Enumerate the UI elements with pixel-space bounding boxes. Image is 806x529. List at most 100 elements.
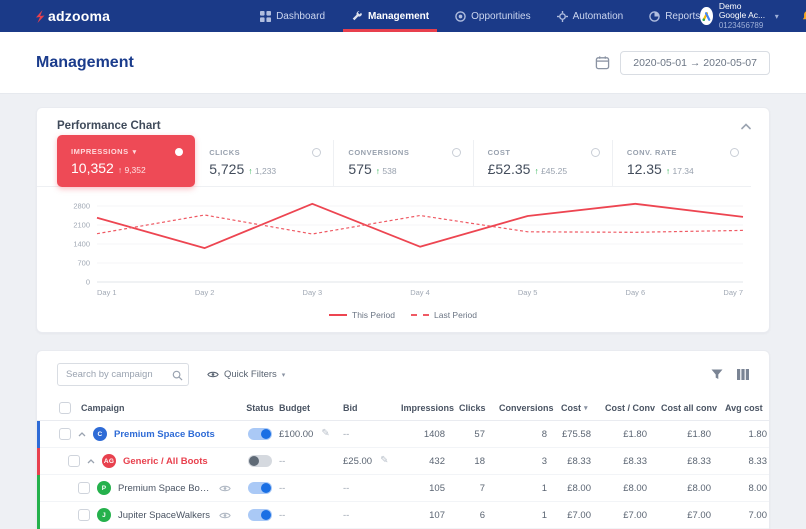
account-menu[interactable]: Demo Google Ac... 0123456789 ▾: [700, 0, 779, 31]
search-input[interactable]: [57, 363, 189, 386]
row-checkbox[interactable]: [68, 455, 80, 467]
cost-all-conv-value: £7.00: [687, 509, 711, 521]
date-range-picker[interactable]: 2020-05-01 → 2020-05-07: [620, 50, 770, 75]
campaign-type-icon: C: [93, 427, 107, 441]
keyword-type-icon: P: [97, 481, 111, 495]
metric-radio-selected[interactable]: [175, 147, 184, 156]
gear-icon: [556, 10, 568, 22]
row-accent-bar: [37, 475, 40, 502]
conversions-value: 1: [541, 482, 547, 494]
account-number: 0123456789: [718, 21, 764, 31]
metric-delta: 1,233: [254, 166, 277, 176]
metric-delta: 538: [382, 166, 397, 176]
impressions-value: 107: [429, 509, 445, 521]
column-header-impressions[interactable]: Impressions: [401, 403, 459, 413]
column-header-cost-conv[interactable]: Cost / Conv: [605, 403, 661, 413]
campaign-link[interactable]: Premium Space Boots: [114, 429, 215, 440]
dashed-line-swatch: [411, 314, 429, 316]
metric-delta: 17.34: [672, 166, 694, 176]
row-checkbox[interactable]: [78, 482, 90, 494]
row-checkbox[interactable]: [78, 509, 90, 521]
columns-icon[interactable]: [737, 369, 749, 380]
impressions-value: 432: [429, 455, 445, 467]
cost-all-conv-value: £1.80: [687, 428, 711, 440]
campaign-link[interactable]: Premium Space Boots: [118, 483, 212, 494]
metric-radio[interactable]: [312, 148, 322, 157]
metric-radio[interactable]: [730, 148, 740, 157]
account-name: Demo Google Ac...: [718, 0, 766, 21]
svg-text:Day 5: Day 5: [518, 288, 538, 297]
metric-tile-impressions[interactable]: IMPRESSIONS ▾ 10,352 ↑ 9,352: [57, 135, 196, 187]
column-header-budget[interactable]: Budget: [279, 403, 343, 413]
up-arrow-icon: ↑: [248, 166, 253, 176]
column-header-avg-cost[interactable]: Avg cost: [725, 403, 769, 413]
metric-value: 5,725: [209, 161, 245, 177]
keyword-type-icon: J: [97, 508, 111, 522]
metric-radio[interactable]: [590, 148, 600, 157]
select-all-checkbox[interactable]: [59, 402, 71, 414]
up-arrow-icon: ↑: [665, 166, 671, 176]
nav-item-automation[interactable]: Automation: [556, 0, 624, 32]
calendar-icon[interactable]: [595, 55, 610, 70]
column-header-cost[interactable]: Cost ▾: [561, 403, 605, 413]
campaign-link[interactable]: Generic / All Boots: [123, 456, 208, 467]
status-toggle[interactable]: [248, 455, 272, 467]
nav-label: Automation: [572, 10, 624, 22]
metric-value: 12.35: [626, 161, 662, 177]
wrench-icon: [352, 11, 362, 21]
metric-tile-conversions[interactable]: CONVERSIONS 575 ↑ 538: [333, 140, 472, 186]
column-header-clicks[interactable]: Clicks: [459, 403, 499, 413]
edit-pencil-icon[interactable]: ✎: [380, 456, 388, 466]
cost-conv-value: £8.33: [623, 455, 647, 467]
svg-text:2800: 2800: [73, 202, 90, 211]
status-toggle[interactable]: [248, 428, 272, 440]
metric-radio[interactable]: [451, 148, 461, 157]
nav-item-reports[interactable]: Reports: [649, 0, 700, 32]
column-header-cost-all-conv[interactable]: Cost all conv: [661, 403, 725, 413]
column-header-bid[interactable]: Bid: [343, 403, 401, 413]
status-toggle[interactable]: [248, 509, 272, 521]
metric-tile-clicks[interactable]: CLICKS 5,725 ↑ 1,233: [195, 140, 333, 186]
nav-item-opportunities[interactable]: Opportunities: [455, 0, 531, 32]
clicks-value: 7: [479, 482, 485, 494]
row-checkbox[interactable]: [59, 428, 71, 440]
eye-icon[interactable]: [219, 511, 231, 520]
campaign-link[interactable]: Jupiter SpaceWalkers: [118, 510, 210, 521]
search-box: [57, 363, 189, 386]
notifications-bell-icon[interactable]: [801, 10, 806, 23]
svg-text:1400: 1400: [73, 240, 90, 249]
adzooma-logo[interactable]: adzooma: [34, 8, 110, 24]
adgroup-type-icon: AG: [102, 454, 116, 468]
performance-chart-title: Performance Chart: [57, 120, 161, 132]
collapse-icon[interactable]: [87, 458, 95, 464]
metric-tile-conv-rate[interactable]: CONV. RATE 12.35 ↑ 17.34: [611, 140, 751, 186]
row-accent-bar: [37, 448, 40, 475]
nav-item-dashboard[interactable]: Dashboard: [260, 0, 325, 32]
svg-text:Day 3: Day 3: [303, 288, 323, 297]
eye-icon[interactable]: [219, 484, 231, 493]
row-accent-bar: [37, 502, 40, 529]
metric-tile-cost[interactable]: COST £52.35 ↑ £45.25: [472, 140, 612, 186]
metric-value: 575: [348, 161, 372, 177]
column-header-campaign[interactable]: Campaign: [81, 403, 125, 413]
quick-filters-label: Quick Filters: [224, 369, 277, 380]
chevron-up-icon[interactable]: [741, 122, 751, 130]
metric-value: £52.35: [487, 161, 531, 177]
quick-filters-button[interactable]: Quick Filters ▾: [207, 369, 285, 380]
cost-conv-value: £1.80: [623, 428, 647, 440]
collapse-icon[interactable]: [78, 431, 86, 437]
column-header-status[interactable]: Status: [241, 403, 279, 413]
clicks-value: 57: [474, 428, 485, 440]
nav-item-management[interactable]: Management: [342, 0, 438, 32]
bid-value: --: [343, 428, 350, 440]
edit-pencil-icon[interactable]: ✎: [321, 429, 329, 439]
svg-text:0: 0: [86, 278, 90, 287]
status-toggle[interactable]: [248, 482, 272, 494]
google-ads-avatar: [700, 7, 713, 25]
conversions-value: 8: [541, 428, 547, 440]
column-header-conversions[interactable]: Conversions: [499, 403, 561, 413]
conversions-value: 3: [541, 455, 547, 467]
filter-funnel-icon[interactable]: [711, 369, 723, 380]
metric-label: COST: [487, 148, 511, 157]
search-icon: [172, 368, 183, 386]
